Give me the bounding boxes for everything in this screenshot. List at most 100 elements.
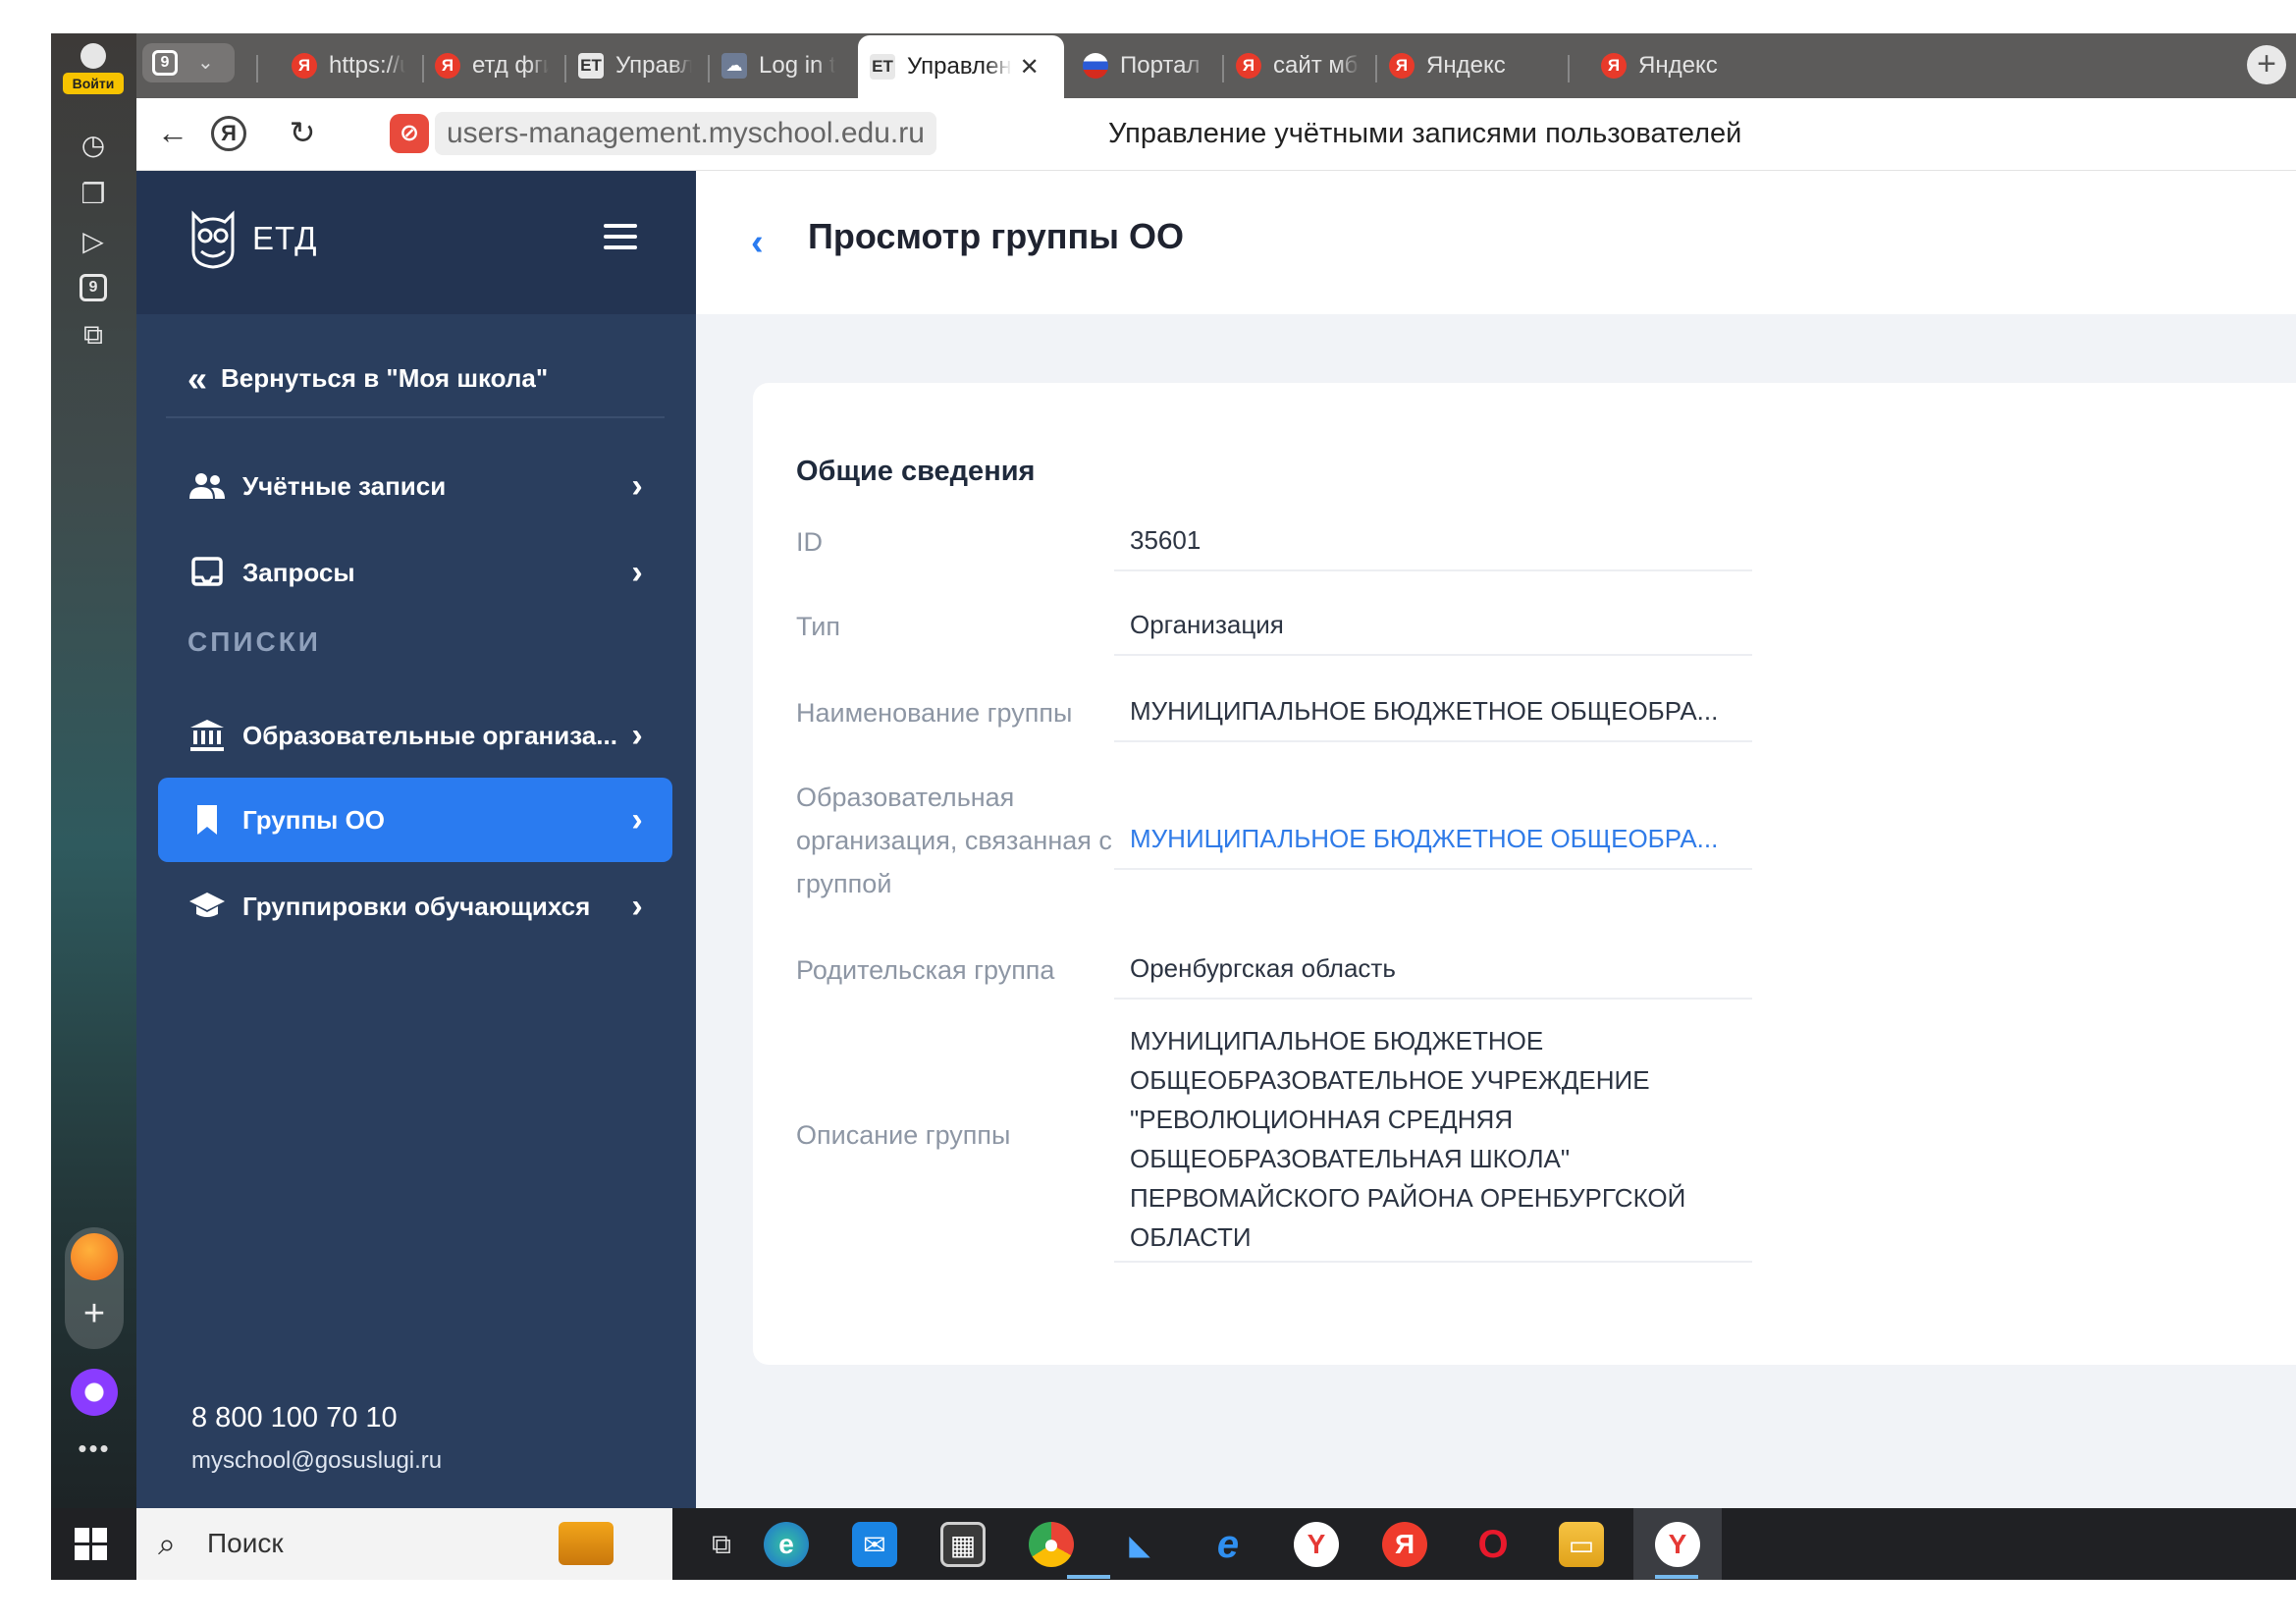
menu-icon[interactable]: [604, 224, 639, 251]
app-logo-text: ЕТД: [252, 220, 318, 256]
field-label-parent-group: Родительская группа: [796, 955, 1055, 985]
browser-side-rail: Войти ◷ ❐ ▷ 9 ⧉ + •••: [51, 33, 136, 1508]
document-favicon-icon: ЕТ: [870, 54, 895, 80]
tab-title: Яндекс: [1638, 52, 1718, 79]
field-label-linked-org: Образовательная организация, связанная с…: [796, 783, 1112, 898]
edge-icon[interactable]: e: [764, 1522, 809, 1567]
tab-strip: 9 ⌄ Яhttps://users Яетд фгис мо ЕТ Управл…: [136, 33, 2296, 98]
mail-icon[interactable]: ✉: [852, 1522, 897, 1567]
tab-title: Управление: [615, 52, 692, 79]
back-to-myschool-link[interactable]: « Вернуться в "Моя школа": [187, 360, 548, 396]
institution-icon: [187, 716, 227, 755]
chrome-icon[interactable]: ●: [1029, 1522, 1074, 1567]
counter-icon[interactable]: 9: [69, 263, 118, 312]
tab[interactable]: Я Яндекс: [1589, 41, 1776, 90]
ie-icon[interactable]: e: [1205, 1522, 1251, 1567]
collections-icon[interactable]: ❐: [69, 169, 118, 218]
login-label: Войти: [63, 73, 124, 94]
field-value-parent-group: Оренбургская область: [1114, 948, 1752, 1000]
tab-title: Log in to etd: [759, 52, 835, 79]
chevron-right-icon: ›: [631, 716, 643, 754]
divider: [166, 416, 665, 418]
tab[interactable]: Яhttps://users: [280, 41, 417, 90]
reload-icon[interactable]: ↻: [280, 110, 325, 155]
support-phone[interactable]: 8 800 100 70 10: [191, 1402, 398, 1435]
page-title-text: Управление учётными записями пользовател…: [1108, 118, 1742, 149]
tab[interactable]: Ясайт мбоу с: [1224, 41, 1371, 90]
yandex-favicon-icon: Я: [1236, 53, 1261, 79]
screen: Войти ◷ ❐ ▷ 9 ⧉ + ••• 9 ⌄ Яhttps://users…: [51, 33, 2296, 1580]
chevron-right-icon: ›: [631, 887, 643, 925]
yandex-favicon-icon: Я: [435, 53, 460, 79]
chevron-down-icon: ⌄: [197, 52, 214, 74]
flag-favicon-icon: [1083, 53, 1108, 79]
sidebar-header: ЕТД: [136, 171, 696, 314]
owl-logo-icon: [191, 210, 235, 269]
address-bar: ← Я ↻ ⊘ users-management.myschool.edu.ru…: [136, 98, 2296, 171]
tab-active[interactable]: ЕТ Управлен ✕: [858, 35, 1064, 98]
field-label-description: Описание группы: [796, 1120, 1011, 1150]
yandex-favicon-icon: Я: [1389, 53, 1415, 79]
tabs-count: 9: [152, 50, 178, 76]
bookmark-icon: [187, 800, 227, 839]
screenshot-icon[interactable]: ⧉: [69, 310, 118, 359]
graduation-cap-icon: [187, 887, 227, 926]
url-field[interactable]: users-management.myschool.edu.ru: [435, 112, 936, 155]
support-email[interactable]: myschool@gosuslugi.ru: [191, 1447, 442, 1475]
field-value-linked-org-link[interactable]: МУНИЦИПАЛЬНОЕ БЮДЖЕТНОЕ ОБЩЕОБРА...: [1114, 819, 1752, 870]
back-chevron-icon[interactable]: ‹: [751, 222, 764, 264]
messenger-icon[interactable]: [71, 1233, 118, 1280]
tab-title: етд фгис мо: [472, 52, 549, 79]
app-icon[interactable]: ◣: [1117, 1522, 1162, 1567]
main-header: ‹ Просмотр группы ОО: [696, 171, 2296, 314]
sidebar-item-label: Образовательные организа...: [242, 720, 617, 750]
sidebar-item-label: Запросы: [242, 557, 355, 587]
users-icon: [187, 466, 227, 506]
main-content: ‹ Просмотр группы ОО Общие сведения ID 3…: [696, 171, 2296, 1508]
tab[interactable]: Я Яндекс: [1377, 41, 1564, 90]
more-icon[interactable]: •••: [71, 1434, 118, 1464]
details-card: Общие сведения ID 35601 Тип Организация …: [753, 383, 2296, 1365]
briefcase-icon[interactable]: [559, 1522, 614, 1565]
store-icon[interactable]: ▦: [940, 1522, 986, 1567]
inbox-icon: [187, 553, 227, 592]
taskbar-search[interactable]: ⌕ Поиск: [136, 1508, 672, 1580]
tabs-counter-button[interactable]: 9 ⌄: [142, 43, 235, 82]
explorer-icon[interactable]: ▭: [1559, 1522, 1604, 1567]
document-favicon-icon: ЕТ: [578, 53, 604, 79]
sidebar-item-label: Группы ОО: [242, 804, 386, 835]
yandex-home-icon[interactable]: Я: [211, 116, 246, 151]
login-button[interactable]: Войти: [59, 39, 128, 98]
tab[interactable]: ☁ Log in to etd: [710, 41, 847, 90]
tab-title: Управлен: [907, 53, 1012, 80]
close-tab-icon[interactable]: ✕: [1020, 53, 1040, 81]
windows-start-icon[interactable]: [75, 1528, 108, 1561]
yandex-browser-icon[interactable]: Y: [1294, 1522, 1339, 1567]
field-value-group-name: МУНИЦИПАЛЬНОЕ БЮДЖЕТНОЕ ОБЩЕОБРА...: [1114, 691, 1752, 742]
back-arrow-icon[interactable]: ←: [150, 110, 195, 155]
alice-icon[interactable]: [71, 1369, 118, 1416]
page-heading: Просмотр группы ОО: [808, 216, 1185, 256]
tab[interactable]: Портал госу: [1071, 41, 1218, 90]
running-indicator: [1655, 1575, 1698, 1579]
sidebar-item-requests[interactable]: Запросы ›: [158, 530, 672, 615]
sidebar-section-title: СПИСКИ: [187, 626, 321, 657]
tab[interactable]: Яетд фгис мо: [423, 41, 561, 90]
search-placeholder: Поиск: [207, 1528, 284, 1558]
task-view-icon[interactable]: ⧉: [699, 1522, 744, 1567]
history-icon[interactable]: ◷: [69, 120, 118, 169]
opera-icon[interactable]: O: [1470, 1522, 1516, 1567]
protect-icon[interactable]: ⊘: [390, 114, 429, 153]
tab[interactable]: ЕТ Управление: [566, 41, 704, 90]
app-sidebar: ЕТД « Вернуться в "Моя школа" Учётные за…: [136, 171, 696, 1508]
video-icon[interactable]: ▷: [69, 216, 118, 265]
running-indicator: [1067, 1575, 1110, 1579]
sidebar-item-oo-groups[interactable]: Группы ОО ›: [158, 778, 672, 862]
yandex-icon[interactable]: Я: [1382, 1522, 1427, 1567]
new-tab-icon[interactable]: +: [2247, 45, 2286, 84]
sidebar-item-accounts[interactable]: Учётные записи ›: [158, 444, 672, 528]
yandex-active-icon[interactable]: Y: [1655, 1522, 1700, 1567]
sidebar-item-student-groupings[interactable]: Группировки обучающихся ›: [158, 864, 672, 948]
add-app-icon[interactable]: +: [73, 1292, 116, 1335]
sidebar-item-organizations[interactable]: Образовательные организа... ›: [158, 693, 672, 778]
